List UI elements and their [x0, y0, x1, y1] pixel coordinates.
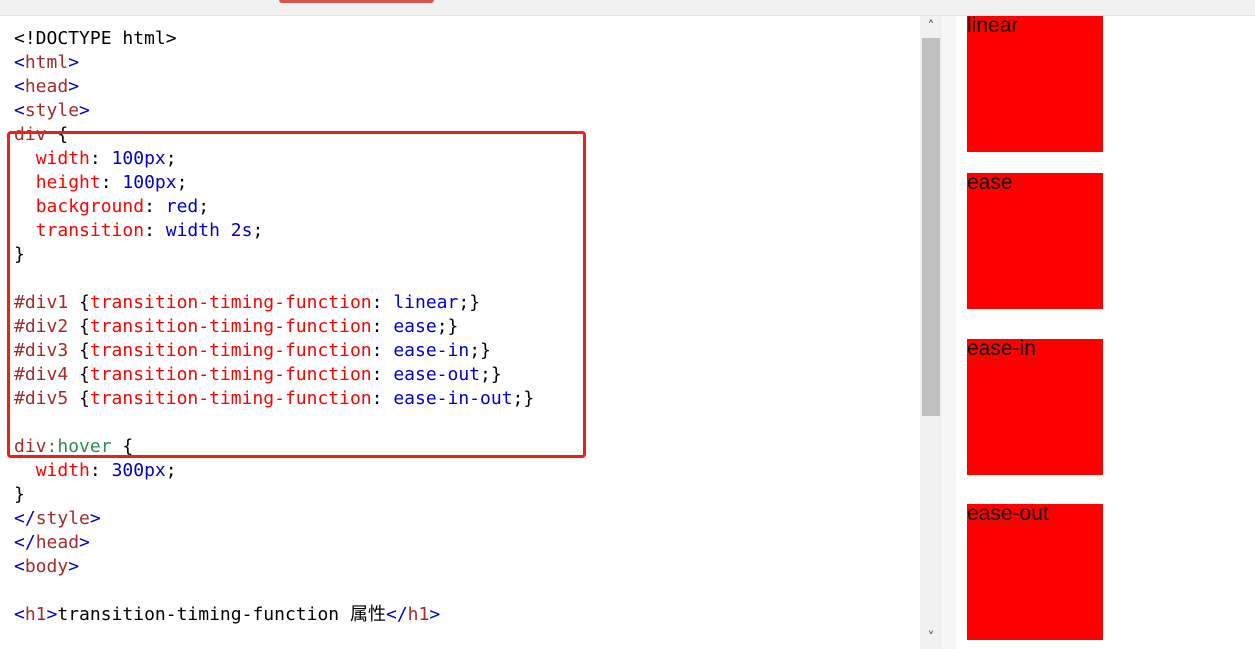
code-token: h1	[407, 604, 430, 625]
code-line: <!DOCTYPE html>	[14, 27, 534, 51]
chevron-up-icon[interactable]: ˄	[920, 16, 942, 38]
scrollbar-thumb[interactable]	[922, 38, 940, 416]
code-token: <	[14, 604, 25, 625]
code-token: head	[35, 532, 80, 553]
code-token: head	[24, 76, 69, 97]
demo-box-label: ease-in	[967, 337, 1036, 360]
demo-box-label: linear	[967, 16, 1019, 37]
code-line: </style>	[14, 507, 534, 531]
code-token: >	[46, 604, 58, 625]
demo-box-ease-out[interactable]: ease-out	[967, 502, 1103, 640]
demo-box-label: ease	[967, 171, 1013, 194]
code-line: width: 300px;	[14, 459, 534, 483]
code-token: html	[24, 52, 69, 73]
code-line: <h1>transition-timing-function 属性</h1>	[14, 603, 534, 627]
code-token: width	[35, 460, 90, 481]
code-token: >	[68, 556, 80, 577]
code-token: }	[14, 484, 25, 505]
code-token: >	[79, 532, 90, 553]
chevron-down-icon[interactable]: ˅	[920, 627, 942, 649]
code-token: >	[68, 76, 80, 97]
demo-box-ease-in[interactable]: ease-in	[967, 337, 1103, 475]
code-token: :	[89, 460, 112, 481]
demo-box-linear[interactable]: linear	[967, 16, 1103, 152]
demo-box-ease[interactable]: ease	[967, 171, 1103, 309]
pane-divider[interactable]	[942, 16, 956, 649]
code-token: </	[385, 604, 408, 625]
demo-box-label: ease-out	[967, 502, 1049, 525]
code-line: }	[14, 483, 534, 507]
code-token: <	[14, 76, 25, 97]
editor-scrollbar[interactable]: ˄ ˅	[920, 16, 942, 649]
top-toolbar-strip	[0, 0, 1255, 16]
code-token: <	[14, 100, 25, 121]
preview-pane: linear ease ease-in ease-out	[956, 16, 1255, 649]
code-token: transition-timing-function 属性	[57, 604, 386, 625]
code-line: <html>	[14, 51, 534, 75]
code-token: </	[14, 508, 36, 529]
code-token: >	[79, 100, 90, 121]
code-line: <body>	[14, 555, 534, 579]
run-button-edge[interactable]	[279, 0, 434, 3]
code-token: </	[14, 532, 36, 553]
code-token: <!DOCTYPE html>	[14, 28, 177, 49]
code-token: >	[89, 508, 101, 529]
code-token: >	[429, 604, 441, 625]
code-token: 300px	[111, 460, 166, 481]
code-token: style	[35, 508, 90, 529]
code-token: style	[24, 100, 80, 121]
code-line: <style>	[14, 99, 534, 123]
highlight-box	[7, 131, 586, 458]
code-token: <	[14, 52, 25, 73]
code-editor[interactable]: <!DOCTYPE html> <html> <head> <style> div { …	[0, 16, 942, 649]
code-line: <head>	[14, 75, 534, 99]
code-token: <	[14, 556, 25, 577]
code-token: ;	[165, 460, 177, 481]
code-line: </head>	[14, 531, 534, 555]
code-token: body	[24, 556, 69, 577]
code-token: h1	[24, 604, 47, 625]
code-token: >	[68, 52, 80, 73]
